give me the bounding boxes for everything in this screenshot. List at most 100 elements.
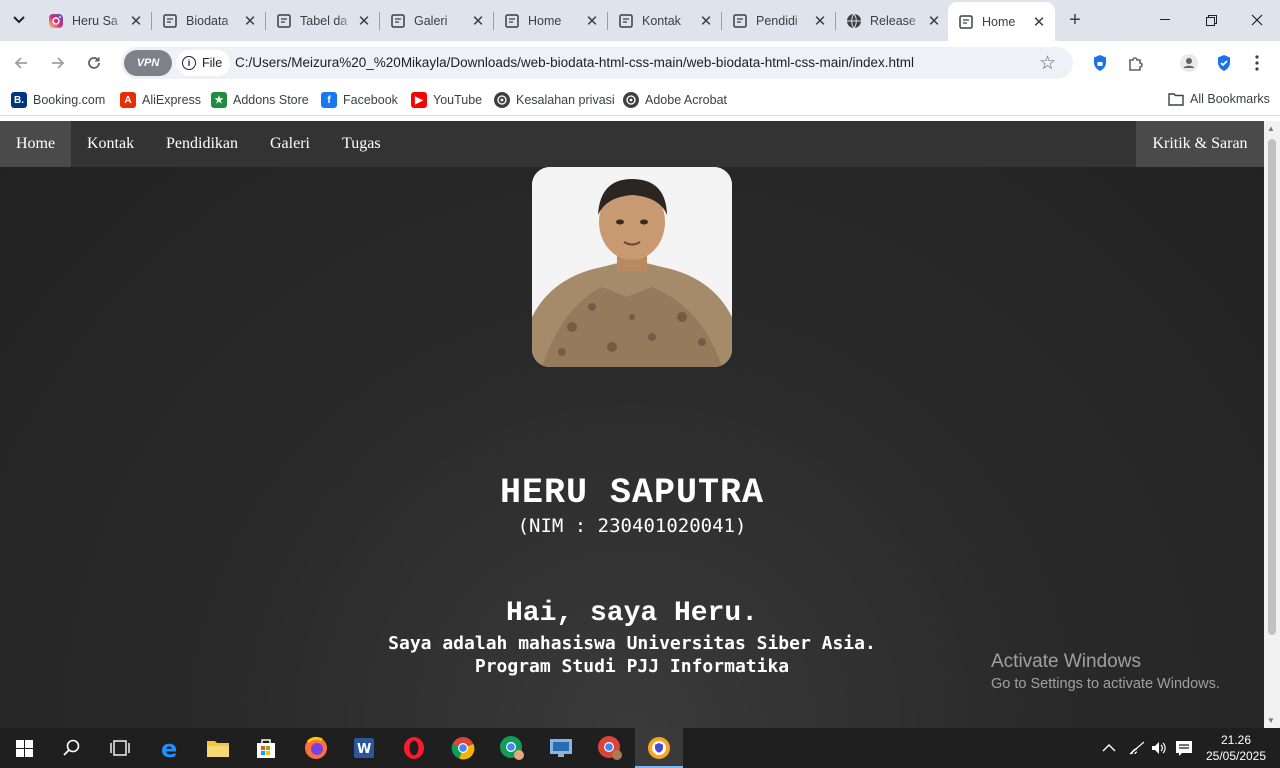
security-extension-button[interactable]: [1212, 51, 1236, 75]
volume-button[interactable]: [1151, 728, 1167, 768]
instagram-icon: [48, 13, 64, 29]
profile-button[interactable]: [1177, 51, 1201, 75]
taskbar-active-browser[interactable]: [635, 728, 683, 768]
globe-icon: [494, 92, 510, 108]
folder-icon: [207, 741, 229, 757]
taskbar-chrome-profile-2[interactable]: [586, 728, 634, 768]
tab-search-button[interactable]: [6, 7, 32, 33]
bookmark-label: Kesalahan privasi: [516, 93, 615, 107]
browser-tab[interactable]: Home ✕: [948, 2, 1055, 41]
browser-tab[interactable]: Galeri ✕: [380, 0, 494, 41]
globe-icon: [846, 13, 862, 29]
profile-name: HERU SAPUTRA: [499, 473, 765, 513]
nav-tugas[interactable]: Tugas: [326, 121, 397, 167]
taskbar-app[interactable]: [537, 728, 585, 768]
browser-tab[interactable]: Home ✕: [494, 0, 608, 41]
bookmark-item[interactable]: A AliExpress: [120, 92, 201, 108]
info-icon: i: [182, 56, 196, 70]
close-tab-icon[interactable]: ✕: [354, 11, 374, 31]
notification-icon: [1176, 741, 1192, 756]
page-icon: [390, 13, 406, 29]
site-info-chip[interactable]: i File: [176, 50, 231, 76]
notifications-button[interactable]: [1175, 728, 1193, 768]
nav-kritik-saran[interactable]: Kritik & Saran: [1136, 121, 1264, 167]
close-window-button[interactable]: [1234, 0, 1280, 40]
clock-time: 21.26: [1220, 733, 1252, 747]
more-vert-icon: [1255, 55, 1259, 71]
chrome-icon: [451, 737, 475, 760]
browser-tab[interactable]: Biodata ✕: [152, 0, 266, 41]
clock[interactable]: 21.26 25/05/2025: [1196, 732, 1276, 764]
forward-button[interactable]: [46, 51, 70, 75]
task-view-button[interactable]: [96, 728, 144, 768]
taskbar-chrome[interactable]: [439, 728, 487, 768]
url-text[interactable]: C:/Users/Meizura%20_%20Mikayla/Downloads…: [235, 55, 914, 70]
restore-button[interactable]: [1188, 0, 1234, 40]
minimize-button[interactable]: [1142, 0, 1188, 40]
browser-tab[interactable]: Pendidi ✕: [722, 0, 836, 41]
browser-tab[interactable]: Tabel da ✕: [266, 0, 380, 41]
word-icon: W: [354, 738, 374, 758]
nav-kontak[interactable]: Kontak: [71, 121, 150, 167]
close-tab-icon[interactable]: ✕: [240, 11, 260, 31]
scroll-up-icon[interactable]: ▲: [1267, 124, 1275, 133]
all-bookmarks-label: All Bookmarks: [1190, 92, 1270, 106]
page-scrollbar[interactable]: ▲ ▼: [1264, 121, 1280, 728]
scheme-label: File: [202, 56, 223, 70]
close-icon: [1251, 14, 1263, 26]
close-tab-icon[interactable]: ✕: [468, 11, 488, 31]
vpn-extension-button[interactable]: [1088, 51, 1112, 75]
taskbar-file-explorer[interactable]: [194, 728, 242, 768]
browser-tab[interactable]: Release ✕: [836, 0, 950, 41]
show-hidden-icons-button[interactable]: [1102, 728, 1116, 768]
bookmark-star-icon[interactable]: ☆: [1039, 52, 1056, 75]
browser-tab[interactable]: Kontak ✕: [608, 0, 722, 41]
scroll-down-icon[interactable]: ▼: [1267, 716, 1275, 725]
activate-windows-subtitle: Go to Settings to activate Windows.: [991, 676, 1220, 692]
nav-home[interactable]: Home: [0, 121, 72, 167]
taskbar-firefox[interactable]: [292, 728, 340, 768]
bookmark-item[interactable]: Adobe Acrobat: [623, 92, 727, 108]
close-tab-icon[interactable]: ✕: [1029, 12, 1049, 32]
nav-galeri[interactable]: Galeri: [254, 121, 326, 167]
page-icon: [732, 13, 748, 29]
extensions-button[interactable]: [1124, 51, 1148, 75]
minimize-icon: [1160, 19, 1170, 20]
nav-pendidikan[interactable]: Pendidikan: [150, 121, 254, 167]
search-button[interactable]: [48, 728, 96, 768]
new-tab-button[interactable]: +: [1063, 8, 1087, 32]
browser-tab[interactable]: Heru Sa ✕: [38, 0, 152, 41]
close-tab-icon[interactable]: ✕: [810, 11, 830, 31]
bookmark-item[interactable]: f Facebook: [321, 92, 398, 108]
page-viewport: Home Kontak Pendidikan Galeri Tugas Kritik &…: [0, 121, 1264, 728]
bookmark-item[interactable]: Kesalahan privasi: [494, 92, 615, 108]
bookmark-item[interactable]: ★ Addons Store: [211, 92, 309, 108]
close-tab-icon[interactable]: ✕: [924, 11, 944, 31]
menu-button[interactable]: [1245, 51, 1269, 75]
taskbar-opera[interactable]: [390, 728, 438, 768]
address-bar[interactable]: VPN i File C:/Users/Meizura%20_%20Mikayl…: [121, 47, 1073, 79]
shield-lock-icon: [1094, 55, 1106, 71]
taskbar-store[interactable]: [242, 728, 290, 768]
site-nav: Home Kontak Pendidikan Galeri Tugas Kritik &…: [0, 121, 1264, 167]
reload-button[interactable]: [82, 51, 106, 75]
all-bookmarks-button[interactable]: All Bookmarks: [1168, 92, 1270, 106]
aliexpress-icon: A: [120, 92, 136, 108]
shield-check-icon: [1218, 55, 1230, 71]
facebook-icon: f: [321, 92, 337, 108]
bookmark-item[interactable]: ▶ YouTube: [411, 92, 482, 108]
taskbar-word[interactable]: W: [340, 728, 388, 768]
taskbar: e W 21.26 25/05/2025: [0, 728, 1280, 768]
vpn-button[interactable]: VPN: [124, 50, 172, 76]
close-tab-icon[interactable]: ✕: [696, 11, 716, 31]
taskbar-edge[interactable]: e: [146, 728, 194, 768]
close-tab-icon[interactable]: ✕: [582, 11, 602, 31]
back-button[interactable]: [9, 51, 33, 75]
close-tab-icon[interactable]: ✕: [126, 11, 146, 31]
tab-title: Heru Sa: [72, 13, 118, 28]
scrollbar-thumb[interactable]: [1268, 139, 1276, 635]
network-button[interactable]: [1129, 728, 1145, 768]
start-button[interactable]: [0, 728, 48, 768]
taskbar-chrome-profile[interactable]: [488, 728, 536, 768]
bookmark-item[interactable]: B. Booking.com: [11, 92, 105, 108]
